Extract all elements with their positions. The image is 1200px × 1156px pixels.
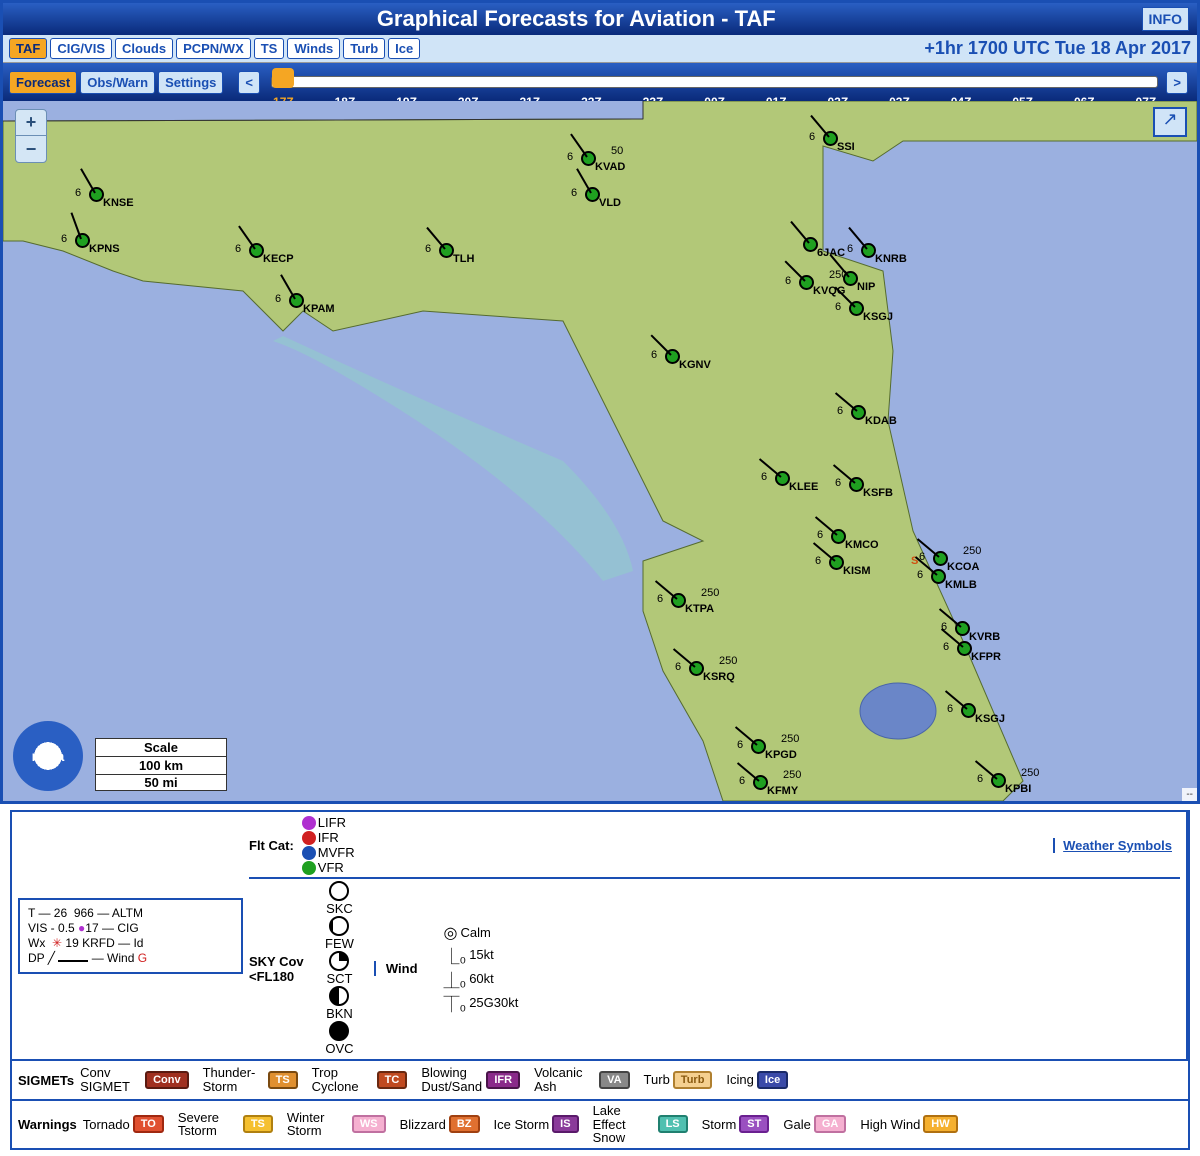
warnings-row: Warnings TornadoTO Severe TstormTS Winter … (12, 1101, 1188, 1148)
map-area[interactable]: + − ↗ -- 6KNSE6KPNS6KECP6KPAM6TLH650KVAD… (3, 101, 1197, 801)
sky-few: FEW (325, 916, 354, 951)
sky-ovc: OVC (325, 1021, 354, 1056)
legend-panel: T — 26 966 — ALTM VIS - 0.5 ●17 — CIG Wx… (10, 810, 1190, 1150)
wind-legend-2: ⏊₀60kt (444, 967, 519, 991)
sigmets-tc: Trop CycloneTC (312, 1066, 408, 1093)
sigmets-conv: Conv SIGMETConv (80, 1066, 189, 1093)
scale-km: 100 km (96, 757, 226, 775)
fltcat-mvfr: MVFR (300, 845, 355, 860)
sky-bkn: BKN (325, 986, 354, 1021)
product-tab-taf[interactable]: TAF (9, 38, 47, 59)
wind-legend-label: Wind (374, 961, 418, 976)
map-attribution: -- (1182, 788, 1197, 801)
zoom-out-button[interactable]: − (16, 136, 46, 162)
product-tab-cigvis[interactable]: CIG/VIS (50, 38, 112, 59)
sigmets-va: Volcanic AshVA (534, 1066, 629, 1093)
time-prev-button[interactable]: < (238, 71, 260, 94)
sky-sct: SCT (325, 951, 354, 986)
sigmets-turb: TurbTurb (644, 1071, 713, 1089)
popout-button[interactable]: ↗ (1153, 107, 1187, 137)
product-tab-turb[interactable]: Turb (343, 38, 385, 59)
flt-cat-label: Flt Cat: (249, 838, 294, 853)
station-model-legend: T — 26 966 — ALTM VIS - 0.5 ●17 — CIG Wx… (18, 898, 243, 974)
weather-symbols-link[interactable]: Weather Symbols (1053, 838, 1180, 853)
warnings-to: TornadoTO (83, 1115, 164, 1133)
mode-tab-obswarn[interactable]: Obs/Warn (80, 71, 155, 94)
fltcat-vfr: VFR (300, 860, 355, 875)
page-title: Graphical Forecasts for Aviation - TAF (377, 6, 776, 32)
title-bar: Graphical Forecasts for Aviation - TAF I… (3, 3, 1197, 35)
warnings-is: Ice StormIS (494, 1115, 579, 1133)
zoom-in-button[interactable]: + (16, 110, 46, 136)
product-tab-pcpnwx[interactable]: PCPN/WX (176, 38, 251, 59)
warnings-ts: Severe TstormTS (178, 1111, 273, 1138)
warnings-ls: Lake Effect SnowLS (593, 1104, 688, 1145)
warnings-ga: GaleGA (783, 1115, 846, 1133)
control-bar: ForecastObs/WarnSettings < 17Z18Z19Z20Z2… (3, 63, 1197, 101)
product-bar: TAFCIG/VISCloudsPCPN/WXTSWindsTurbIce +1… (3, 35, 1197, 63)
sigmets-ice: IcingIce (726, 1071, 788, 1089)
sigmets-label: SIGMETs (18, 1073, 74, 1088)
sigmets-row: SIGMETs Conv SIGMETConv Thunder-StormTS Tr… (12, 1061, 1188, 1101)
sky-skc: SKC (325, 881, 354, 916)
valid-time-label: +1hr 1700 UTC Tue 18 Apr 2017 (924, 38, 1191, 59)
scale-title: Scale (96, 739, 226, 757)
wind-legend-0: ◎Calm (444, 923, 519, 943)
noaa-logo: noaa (13, 721, 83, 791)
wind-legend-3: ⏉₀25G30kt (444, 991, 519, 1015)
wind-legend-1: ⎿₀15kt (444, 943, 519, 967)
scale-box: Scale 100 km 50 mi (95, 738, 227, 791)
warnings-bz: BlizzardBZ (400, 1115, 480, 1133)
sky-cov-label: SKY Cov <FL180 (249, 954, 319, 984)
warnings-ws: Winter StormWS (287, 1111, 386, 1138)
mode-tab-settings[interactable]: Settings (158, 71, 223, 94)
sigmets-ifr: Blowing Dust/SandIFR (421, 1066, 520, 1093)
fltcat-lifr: LIFR (300, 815, 355, 830)
mode-tab-forecast[interactable]: Forecast (9, 71, 77, 94)
warnings-hw: High WindHW (860, 1115, 957, 1133)
sigmets-ts: Thunder-StormTS (203, 1066, 298, 1093)
time-next-button[interactable]: > (1166, 71, 1188, 94)
zoom-control: + − (15, 109, 47, 163)
fltcat-ifr: IFR (300, 830, 355, 845)
time-slider[interactable]: 17Z18Z19Z20Z21Z22Z23Z00Z01Z02Z03Z04Z05Z0… (271, 67, 1158, 97)
info-button[interactable]: INFO (1142, 7, 1189, 31)
warnings-label: Warnings (18, 1117, 77, 1132)
product-tab-clouds[interactable]: Clouds (115, 38, 173, 59)
product-tab-ice[interactable]: Ice (388, 38, 420, 59)
product-tab-ts[interactable]: TS (254, 38, 285, 59)
slider-thumb[interactable] (272, 68, 294, 88)
basemap (3, 101, 1197, 801)
scale-mi: 50 mi (96, 775, 226, 790)
warnings-st: StormST (702, 1115, 770, 1133)
product-tab-winds[interactable]: Winds (287, 38, 340, 59)
